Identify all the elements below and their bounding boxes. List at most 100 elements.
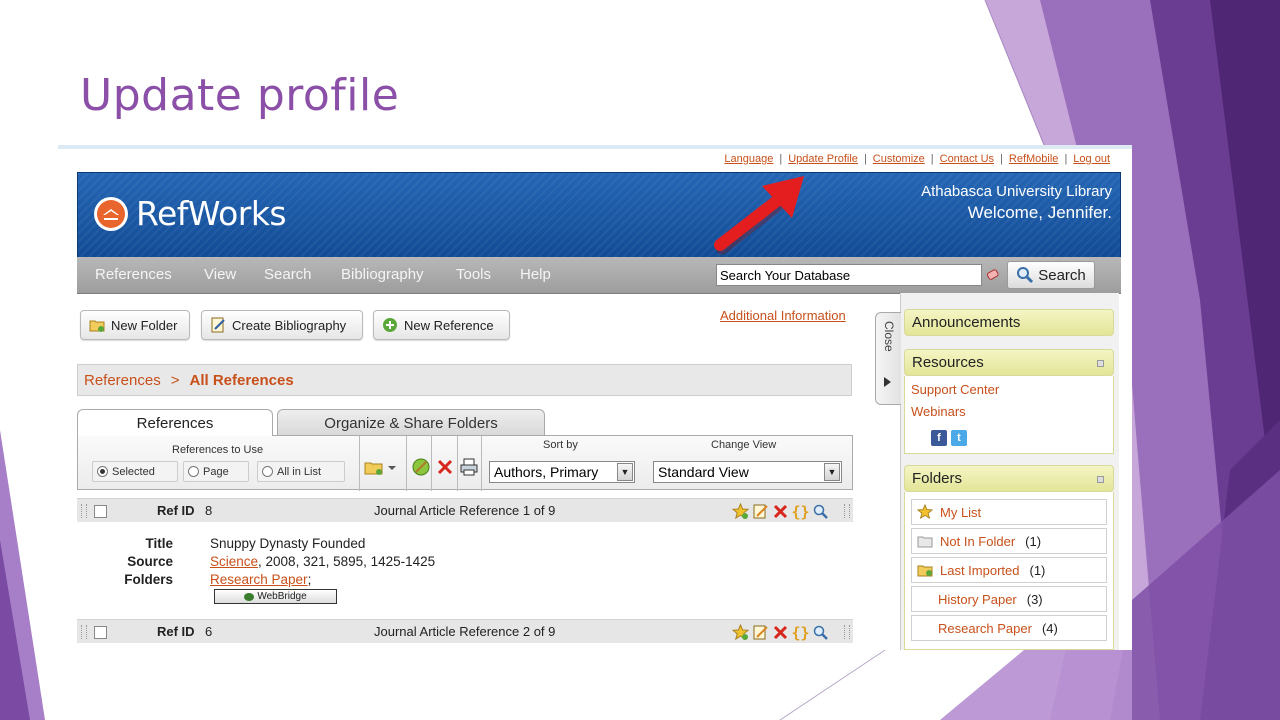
delete-icon[interactable] (772, 503, 789, 520)
search-input[interactable] (716, 264, 982, 286)
add-to-my-list-icon[interactable] (732, 624, 749, 641)
minimize-icon[interactable] (1097, 476, 1104, 483)
search-button[interactable]: Search (1007, 261, 1095, 289)
breadcrumb-references[interactable]: References (84, 372, 161, 389)
search-button-label: Search (1038, 266, 1086, 284)
new-folder-button[interactable]: New Folder (80, 310, 190, 340)
contact-us-link[interactable]: Contact Us (940, 153, 994, 165)
print-icon[interactable] (459, 457, 479, 477)
new-reference-button[interactable]: New Reference (373, 310, 510, 340)
clear-search-icon[interactable] (986, 268, 1002, 282)
create-bibliography-button[interactable]: Create Bibliography (201, 310, 363, 340)
slide-title: Update profile (80, 70, 400, 121)
sort-by-select[interactable]: Authors, Primary ▼ (489, 461, 635, 483)
ref-id-value: 8 (205, 503, 213, 518)
refworks-logo: RefWorks (94, 194, 287, 233)
chevron-down-icon[interactable] (386, 457, 398, 477)
reference-title: Snuppy Dynasty Founded (210, 536, 366, 551)
nav-tools[interactable]: Tools (456, 266, 491, 283)
folder-research-paper[interactable]: Research Paper (4) (911, 615, 1107, 641)
drag-handle-icon[interactable] (844, 625, 850, 639)
radio-all-in-list-dot (262, 466, 273, 477)
row-actions: {} (732, 503, 829, 521)
breadcrumb: References > All References (77, 364, 852, 396)
log-out-link[interactable]: Log out (1073, 153, 1110, 165)
radio-selected[interactable]: Selected (92, 461, 178, 482)
twitter-icon[interactable]: t (951, 430, 967, 446)
folder-count: (1) (1029, 562, 1046, 578)
folder-icon (916, 533, 934, 549)
announcements-label: Announcements (912, 314, 1021, 331)
nav-references[interactable]: References (95, 266, 172, 283)
drag-handle-icon[interactable] (81, 504, 87, 518)
reference-description: Journal Article Reference 2 of 9 (374, 624, 556, 639)
radio-all-in-list[interactable]: All in List (257, 461, 345, 482)
customize-link[interactable]: Customize (873, 153, 925, 165)
folder-link[interactable]: Research Paper (210, 572, 308, 587)
nav-search[interactable]: Search (264, 266, 312, 283)
radio-selected-label: Selected (112, 465, 155, 478)
folder-count: (1) (1025, 533, 1042, 549)
webinars-link[interactable]: Webinars (911, 404, 966, 419)
add-to-my-list-icon[interactable] (732, 503, 749, 520)
separator: | (1064, 153, 1068, 165)
folder-not-in-folder[interactable]: Not In Folder (1) (911, 528, 1107, 554)
language-link[interactable]: Language (724, 153, 773, 165)
radio-page[interactable]: Page (183, 461, 249, 482)
webbridge-button[interactable]: WebBridge (214, 589, 337, 604)
refmobile-link[interactable]: RefMobile (1009, 153, 1059, 165)
nav-help[interactable]: Help (520, 266, 551, 283)
row-actions: {} (732, 624, 829, 642)
radio-page-label: Page (203, 465, 229, 478)
change-view-select[interactable]: Standard View ▼ (653, 461, 842, 483)
edit-icon[interactable] (752, 624, 769, 641)
source-label: Source (127, 554, 173, 569)
reference-checkbox[interactable] (94, 505, 107, 518)
source-journal-link[interactable]: Science (210, 554, 258, 569)
ref-id-value: 6 (205, 624, 213, 639)
reference-checkbox[interactable] (94, 626, 107, 639)
close-sidebar-tab[interactable]: Close (875, 312, 901, 405)
tab-organize-share-folders[interactable]: Organize & Share Folders (277, 409, 545, 436)
update-profile-link[interactable]: Update Profile (788, 153, 858, 165)
radio-page-dot (188, 466, 199, 477)
nav-bibliography[interactable]: Bibliography (341, 266, 424, 283)
delete-icon[interactable] (772, 624, 789, 641)
sort-by-value: Authors, Primary (494, 464, 599, 480)
folders-header[interactable]: Folders (904, 465, 1114, 492)
folder-my-list[interactable]: My List (911, 499, 1107, 525)
tab-references[interactable]: References (77, 409, 273, 436)
imported-folder-icon (916, 562, 934, 578)
refworks-screenshot: Language | Update Profile | Customize | Contac… (58, 145, 1132, 650)
divider (457, 436, 458, 491)
delete-icon[interactable] (435, 457, 455, 477)
nav-view[interactable]: View (204, 266, 236, 283)
radio-all-in-list-label: All in List (277, 465, 322, 478)
folders-label: Folders (912, 470, 963, 487)
top-links: Language | Update Profile | Customize | Contac… (724, 153, 1110, 165)
top-divider (58, 145, 1132, 149)
drag-handle-icon[interactable] (81, 625, 87, 639)
view-icon[interactable] (812, 624, 829, 641)
separator: | (930, 153, 934, 165)
facebook-icon[interactable]: f (931, 430, 947, 446)
reference-row: Ref ID 8 Journal Article Reference 1 of … (77, 498, 853, 522)
edit-icon[interactable] (752, 503, 769, 520)
separator: | (779, 153, 783, 165)
new-folder-label: New Folder (111, 317, 178, 333)
braces-icon[interactable]: {} (791, 624, 809, 642)
resources-header[interactable]: Resources (904, 349, 1114, 376)
minimize-icon[interactable] (1097, 360, 1104, 367)
webbridge-label: WebBridge (257, 591, 307, 602)
reference-description: Journal Article Reference 1 of 9 (374, 503, 556, 518)
edit-globe-icon[interactable] (411, 457, 431, 477)
drag-handle-icon[interactable] (844, 504, 850, 518)
add-to-folder-icon[interactable] (364, 457, 384, 477)
folder-last-imported[interactable]: Last Imported (1) (911, 557, 1107, 583)
support-center-link[interactable]: Support Center (911, 382, 999, 397)
folder-history-paper[interactable]: History Paper (3) (911, 586, 1107, 612)
braces-icon[interactable]: {} (791, 503, 809, 521)
additional-information-link[interactable]: Additional Information (720, 308, 846, 323)
announcements-header[interactable]: Announcements (904, 309, 1114, 336)
view-icon[interactable] (812, 503, 829, 520)
